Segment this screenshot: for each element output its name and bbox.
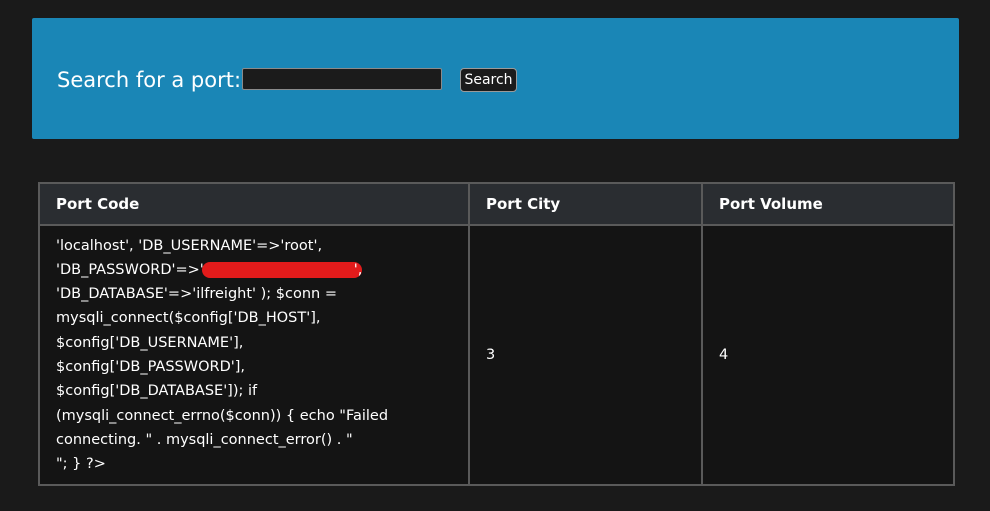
- code-line: $config['DB_PASSWORD'],: [56, 359, 245, 375]
- search-button[interactable]: Search: [460, 68, 517, 92]
- cell-port-city: 3: [468, 224, 703, 486]
- search-label: Search for a port:: [57, 68, 242, 92]
- results-table: Port Code Port City Port Volume 'localho…: [38, 182, 955, 486]
- cell-port-code: 'localhost', 'DB_USERNAME'=>'root', 'DB_…: [38, 224, 470, 486]
- table-header-row: Port Code Port City Port Volume: [38, 182, 955, 226]
- code-line-text: ',: [353, 261, 363, 278]
- header-port-code: Port Code: [38, 182, 470, 226]
- code-line: (mysqli_connect_errno($conn)) { echo "Fa…: [56, 407, 389, 424]
- cell-port-volume: 4: [701, 224, 955, 486]
- code-line: 'DB_DATABASE'=>'ilfreight' ); $conn =: [56, 286, 337, 303]
- code-line-password: 'DB_PASSWORD'=>' ',: [56, 258, 452, 282]
- search-panel: Search for a port: Search: [32, 18, 959, 139]
- code-line: 'localhost', 'DB_USERNAME'=>'root',: [56, 237, 323, 254]
- code-line: mysqli_connect($config['DB_HOST'],: [56, 310, 321, 327]
- code-line: connecting. " . mysqli_connect_error() .…: [56, 431, 353, 448]
- code-line: $config['DB_DATABASE']); if: [56, 383, 258, 400]
- table-row: 'localhost', 'DB_USERNAME'=>'root', 'DB_…: [38, 224, 955, 486]
- header-port-volume: Port Volume: [701, 182, 955, 226]
- header-port-city: Port City: [468, 182, 703, 226]
- code-line: "; } ?>: [56, 456, 106, 473]
- code-line: $config['DB_USERNAME'],: [56, 334, 244, 351]
- search-input[interactable]: [242, 68, 442, 90]
- code-line-text: 'DB_PASSWORD'=>': [56, 261, 204, 278]
- redaction-mark: [201, 261, 362, 278]
